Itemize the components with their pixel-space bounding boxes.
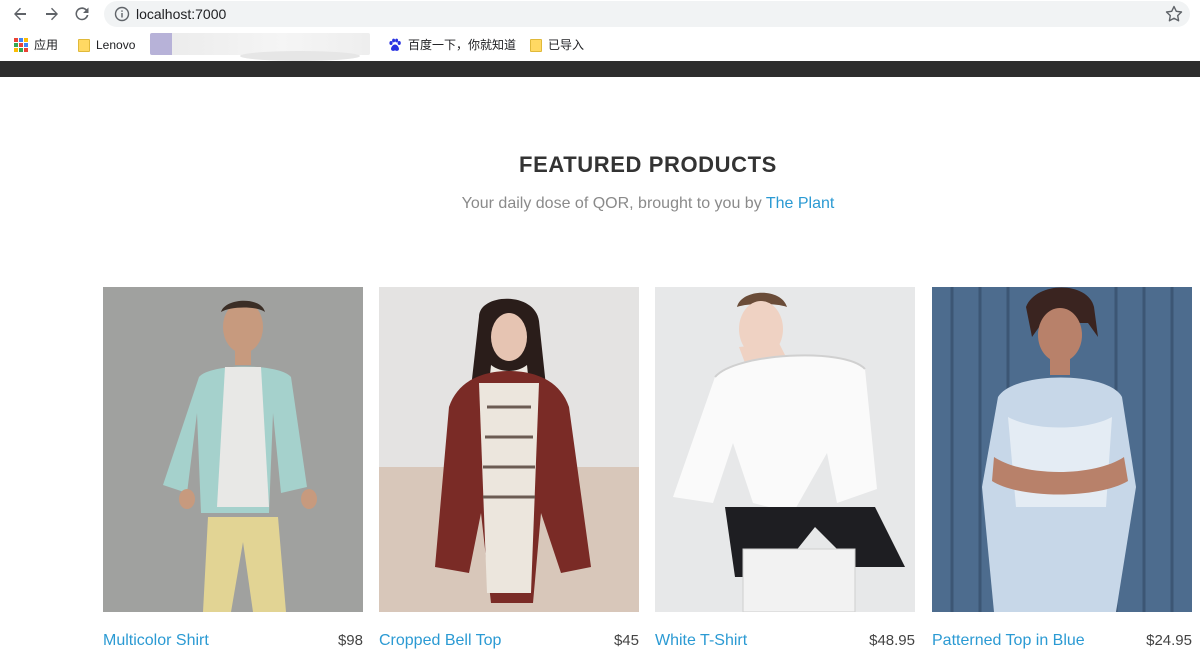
bookmark-star-icon[interactable] <box>1164 4 1184 24</box>
bookmark-label: 已导入 <box>548 37 585 52</box>
product-name-link[interactable]: Patterned Top in Blue <box>932 632 1085 650</box>
product-meta: White T-Shirt $48.95 <box>655 632 915 654</box>
product-price: $45 <box>613 632 639 649</box>
product-image[interactable] <box>932 287 1192 612</box>
bookmark-label: Lenovo <box>96 37 136 52</box>
product-name-link[interactable]: Multicolor Shirt <box>103 632 209 650</box>
product-name-link[interactable]: White T-Shirt <box>655 632 747 650</box>
browser-toolbar: localhost:7000 <box>0 0 1200 28</box>
subtitle-text: Your daily dose of QOR, brought to you b… <box>461 195 766 212</box>
forward-button[interactable] <box>40 3 64 25</box>
bookmark-apps[interactable]: 应用 <box>14 36 58 54</box>
arrow-right-icon <box>46 7 58 21</box>
site-header-bar <box>0 61 1200 77</box>
product-price: $48.95 <box>869 632 915 649</box>
product-image[interactable] <box>103 287 363 612</box>
bookmark-lenovo[interactable]: Lenovo <box>78 36 135 54</box>
product-card[interactable]: Multicolor Shirt $98 <box>103 287 363 649</box>
bookmark-baidu[interactable]: 百度一下，你就知道 <box>388 36 516 54</box>
redacted-bookmarks <box>150 33 370 61</box>
product-image[interactable] <box>379 287 639 612</box>
address-bar[interactable]: localhost:7000 <box>104 1 1190 27</box>
product-price: $24.95 <box>1146 632 1192 649</box>
bookmark-imported[interactable]: 已导入 <box>530 36 584 54</box>
apps-icon <box>14 38 28 52</box>
featured-subtitle: Your daily dose of QOR, brought to you b… <box>0 195 1200 213</box>
info-icon[interactable] <box>114 6 130 22</box>
baidu-paw-icon <box>389 38 401 51</box>
product-name-link[interactable]: Cropped Bell Top <box>379 632 501 650</box>
bookmark-label: 百度一下，你就知道 <box>408 37 517 52</box>
folder-icon <box>530 38 542 52</box>
bookmark-label: 应用 <box>34 37 59 52</box>
the-plant-link[interactable]: The Plant <box>766 195 834 212</box>
product-card[interactable]: White T-Shirt $48.95 <box>655 287 915 649</box>
reload-icon <box>75 7 89 21</box>
reload-button[interactable] <box>70 3 94 25</box>
back-button[interactable] <box>8 3 32 25</box>
featured-title: FEATURED PRODUCTS <box>519 152 777 177</box>
product-meta: Patterned Top in Blue $24.95 <box>932 632 1192 654</box>
folder-icon <box>78 38 90 52</box>
product-image[interactable] <box>655 287 915 612</box>
product-price: $98 <box>337 632 363 649</box>
product-meta: Multicolor Shirt $98 <box>103 632 363 654</box>
product-meta: Cropped Bell Top $45 <box>379 632 639 654</box>
product-card[interactable]: Cropped Bell Top $45 <box>379 287 639 649</box>
product-card[interactable]: Patterned Top in Blue $24.95 <box>932 287 1192 649</box>
url-text[interactable]: localhost:7000 <box>136 5 226 23</box>
arrow-left-icon <box>14 7 26 21</box>
